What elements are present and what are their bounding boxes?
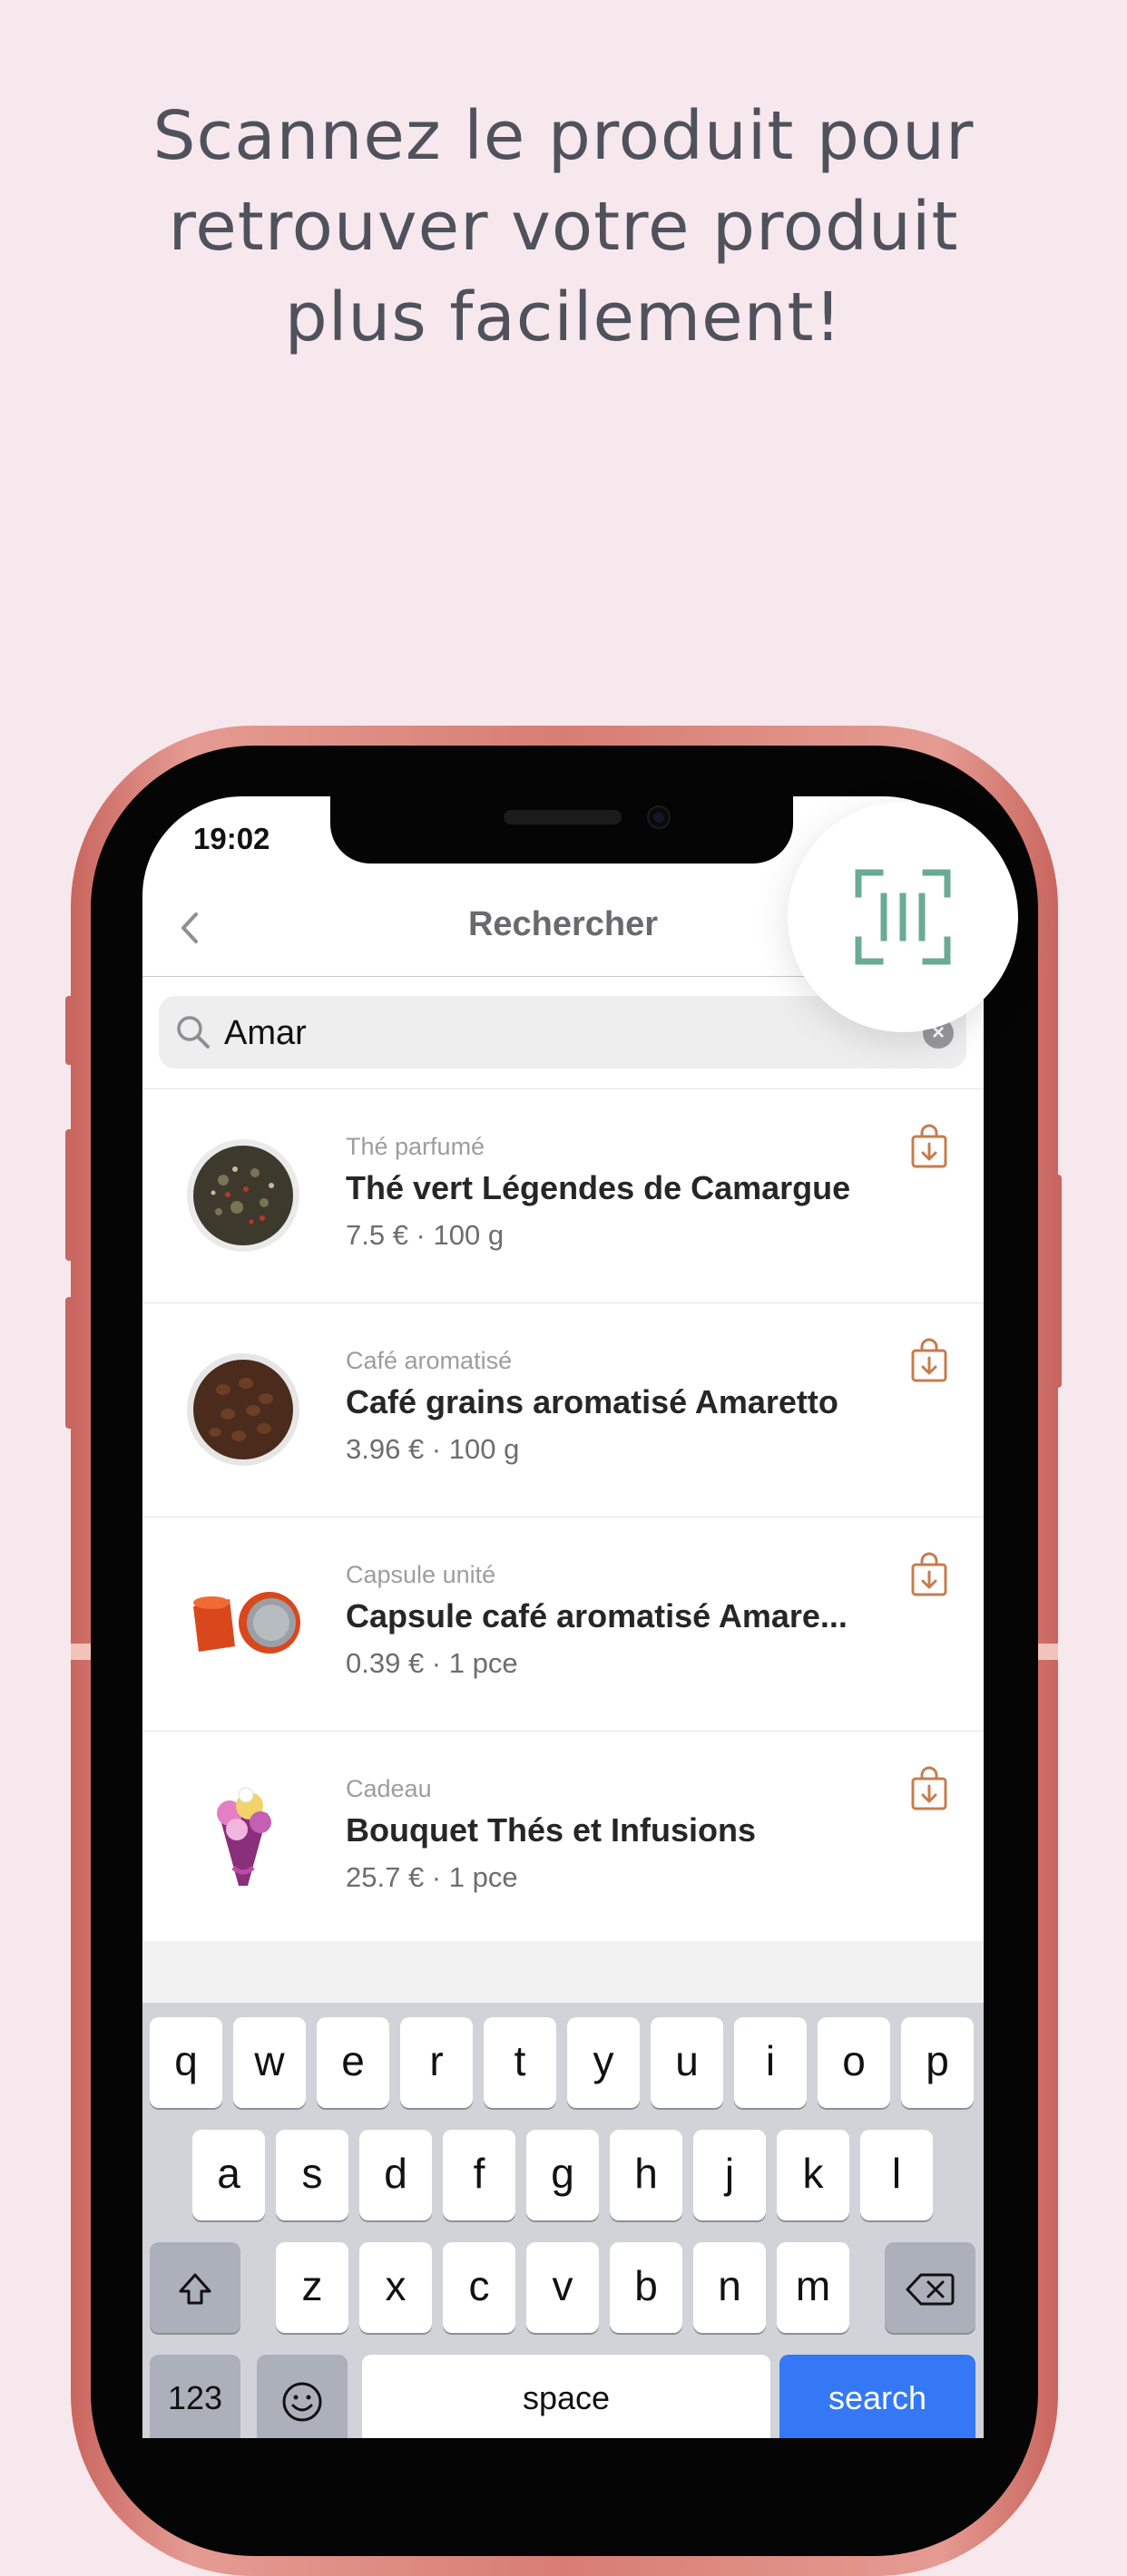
- key-x[interactable]: x: [359, 2242, 432, 2333]
- shopping-bag-download-icon[interactable]: [910, 1552, 948, 1597]
- product-price: 3.96 € · 100 g: [346, 1433, 520, 1465]
- volume-down-button: [65, 1297, 74, 1429]
- status-time: 19:02: [193, 822, 270, 855]
- headline-line-2: retrouver votre produit: [168, 188, 959, 266]
- headline-line-3: plus facilement!: [284, 278, 843, 356]
- product-category: Cadeau: [346, 1775, 432, 1802]
- list-item[interactable]: Cadeau Bouquet Thés et Infusions 25.7 € …: [142, 1732, 984, 1946]
- emoji-icon[interactable]: [257, 2355, 348, 2438]
- product-name: Café grains aromatisé Amaretto: [346, 1383, 838, 1420]
- product-price: 25.7 € · 1 pce: [346, 1861, 518, 1893]
- antenna-band: [1038, 1644, 1058, 1660]
- product-name: Capsule café aromatisé Amare...: [346, 1597, 848, 1634]
- key-d[interactable]: d: [359, 2130, 432, 2220]
- headline: Scannez le produit pour retrouver votre …: [0, 91, 1127, 363]
- key-l[interactable]: l: [860, 2130, 933, 2220]
- key-f[interactable]: f: [443, 2130, 515, 2220]
- keyboard: q w e r t y u i o p a s d f g h j k l z …: [142, 2003, 984, 2438]
- scan-button[interactable]: [788, 802, 1018, 1032]
- product-price: 7.5 € · 100 g: [346, 1219, 505, 1251]
- key-c[interactable]: c: [443, 2242, 515, 2333]
- search-input[interactable]: [222, 1009, 861, 1058]
- list-item[interactable]: Capsule unité Capsule café aromatisé Ama…: [142, 1517, 984, 1732]
- barcode-scan-icon: [855, 869, 951, 965]
- key-o[interactable]: o: [818, 2017, 890, 2108]
- tea-bowl-image: [187, 1139, 299, 1252]
- front-camera: [649, 807, 669, 827]
- key-b[interactable]: b: [610, 2242, 682, 2333]
- power-button: [1053, 1175, 1062, 1388]
- key-v[interactable]: v: [526, 2242, 599, 2333]
- phone-screen: 19:02 Rechercher × Thé parfumé Thé vert …: [142, 796, 984, 2438]
- key-g[interactable]: g: [526, 2130, 599, 2220]
- product-category: Café aromatisé: [346, 1347, 513, 1374]
- list-footer-space: [142, 1941, 984, 2005]
- list-item[interactable]: Thé parfumé Thé vert Légendes de Camargu…: [142, 1089, 984, 1303]
- key-w[interactable]: w: [233, 2017, 306, 2108]
- product-category: Capsule unité: [346, 1561, 496, 1588]
- key-y[interactable]: y: [567, 2017, 640, 2108]
- key-q[interactable]: q: [150, 2017, 222, 2108]
- headline-line-1: Scannez le produit pour: [152, 97, 975, 175]
- coffee-capsules-image: [193, 1592, 300, 1654]
- key-s[interactable]: s: [276, 2130, 348, 2220]
- key-z[interactable]: z: [276, 2242, 348, 2333]
- key-j[interactable]: j: [693, 2130, 766, 2220]
- notch: [330, 796, 793, 864]
- results-list: Thé parfumé Thé vert Légendes de Camargu…: [142, 1088, 984, 1946]
- coffee-beans-bowl-image: [187, 1353, 299, 1466]
- key-m[interactable]: m: [777, 2242, 849, 2333]
- key-n[interactable]: n: [693, 2242, 766, 2333]
- key-p[interactable]: p: [901, 2017, 974, 2108]
- speaker: [504, 810, 622, 825]
- gift-bouquet-image: [217, 1787, 271, 1886]
- list-item[interactable]: Café aromatisé Café grains aromatisé Ama…: [142, 1303, 984, 1517]
- key-r[interactable]: r: [400, 2017, 473, 2108]
- numbers-key[interactable]: 123: [150, 2355, 240, 2438]
- key-e[interactable]: e: [317, 2017, 389, 2108]
- product-name: Thé vert Légendes de Camargue: [346, 1169, 851, 1206]
- key-i[interactable]: i: [734, 2017, 807, 2108]
- key-t[interactable]: t: [484, 2017, 556, 2108]
- shopping-bag-download-icon[interactable]: [910, 1124, 948, 1169]
- mute-switch: [65, 996, 74, 1065]
- key-a[interactable]: a: [192, 2130, 265, 2220]
- product-category: Thé parfumé: [346, 1133, 485, 1160]
- backspace-icon[interactable]: [885, 2242, 975, 2333]
- shift-icon[interactable]: [150, 2242, 240, 2333]
- volume-up-button: [65, 1129, 74, 1261]
- key-u[interactable]: u: [651, 2017, 723, 2108]
- shopping-bag-download-icon[interactable]: [910, 1338, 948, 1383]
- search-icon: [173, 1012, 213, 1052]
- space-key[interactable]: space: [362, 2355, 770, 2438]
- product-name: Bouquet Thés et Infusions: [346, 1811, 757, 1849]
- search-key[interactable]: search: [779, 2355, 975, 2438]
- product-price: 0.39 € · 1 pce: [346, 1647, 518, 1679]
- antenna-band: [71, 1644, 91, 1660]
- key-h[interactable]: h: [610, 2130, 682, 2220]
- key-k[interactable]: k: [777, 2130, 849, 2220]
- shopping-bag-download-icon[interactable]: [910, 1766, 948, 1811]
